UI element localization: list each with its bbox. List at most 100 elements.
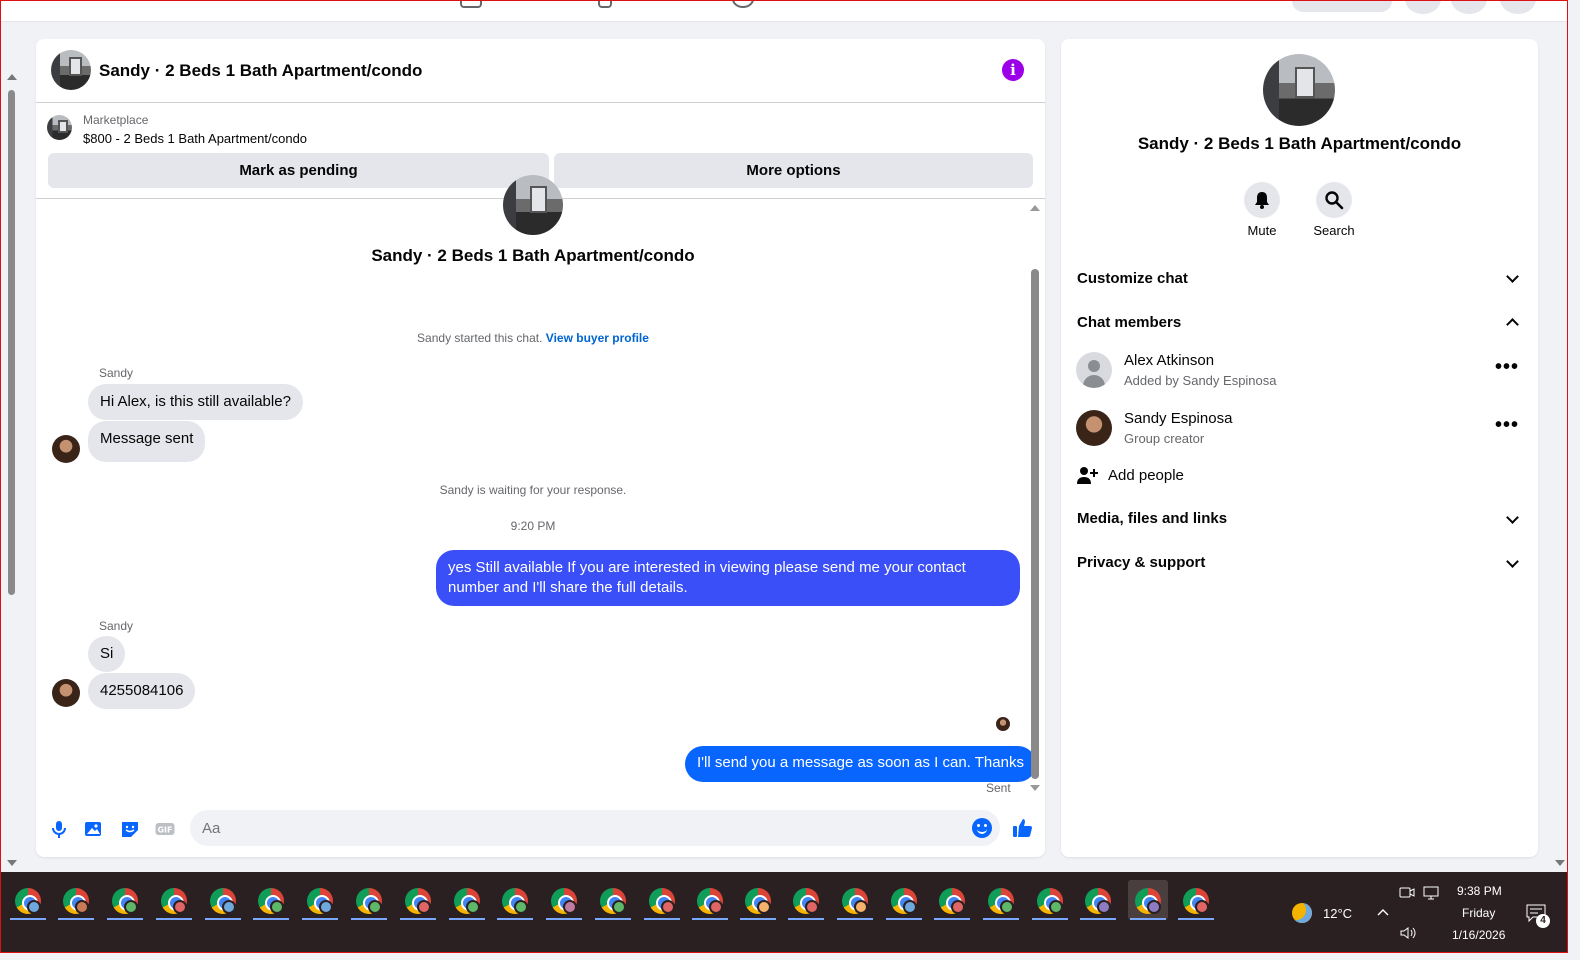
- taskbar-chrome-app[interactable]: [105, 880, 145, 920]
- member-options-icon[interactable]: •••: [1495, 415, 1519, 435]
- customize-chat-row[interactable]: Customize chat: [1077, 270, 1188, 287]
- add-person-icon[interactable]: [1076, 466, 1098, 486]
- taskbar-chrome-app[interactable]: [884, 880, 924, 920]
- scroll-down-arrow-icon[interactable]: [7, 860, 17, 866]
- chevron-down-icon[interactable]: [1506, 511, 1519, 524]
- taskbar-chrome-app[interactable]: [203, 880, 243, 920]
- taskbar-chrome-app[interactable]: [495, 880, 535, 920]
- running-indicator: [205, 918, 241, 920]
- taskbar-chrome-app[interactable]: [398, 880, 438, 920]
- member-name[interactable]: Alex Atkinson: [1124, 352, 1214, 369]
- chevron-up-icon[interactable]: [1506, 318, 1519, 331]
- marketplace-nav-icon[interactable]: [460, 0, 482, 8]
- search-button[interactable]: [1316, 182, 1352, 218]
- menu-grid-icon[interactable]: [1405, 0, 1441, 14]
- taskbar-chrome-app[interactable]: [1030, 880, 1070, 920]
- taskbar-chrome-app[interactable]: [1176, 880, 1216, 920]
- sender-avatar[interactable]: [52, 679, 80, 707]
- clock-time[interactable]: 9:38 PM: [1457, 884, 1502, 898]
- taskbar-chrome-app[interactable]: [786, 880, 826, 920]
- chat-title[interactable]: Sandy · 2 Beds 1 Bath Apartment/condo: [99, 61, 422, 81]
- member-name[interactable]: Sandy Espinosa: [1124, 410, 1232, 427]
- gaming-nav-icon[interactable]: [732, 0, 754, 8]
- add-people-button[interactable]: Add people: [1108, 467, 1184, 484]
- member-options-icon[interactable]: •••: [1495, 357, 1519, 377]
- media-files-links-row[interactable]: Media, files and links: [1077, 510, 1227, 527]
- chat-members-row[interactable]: Chat members: [1077, 314, 1181, 331]
- emoji-icon[interactable]: [972, 818, 992, 838]
- mark-as-pending-button[interactable]: Mark as pending: [48, 153, 549, 188]
- profile-badge-icon: [1000, 900, 1014, 914]
- member-avatar[interactable]: [1076, 352, 1112, 388]
- taskbar-chrome-app[interactable]: [690, 880, 730, 920]
- chevron-down-icon[interactable]: [1506, 555, 1519, 568]
- account-avatar[interactable]: [1500, 0, 1536, 14]
- photo-icon[interactable]: [84, 819, 104, 839]
- clock-date[interactable]: 1/16/2026: [1452, 928, 1505, 942]
- chat-scrollbar[interactable]: [1029, 203, 1041, 797]
- view-buyer-profile-link[interactable]: View buyer profile: [546, 331, 649, 345]
- chat-details-panel: Sandy · 2 Beds 1 Bath Apartment/condo Mu…: [1061, 39, 1538, 857]
- page-scrollbar[interactable]: [4, 70, 20, 870]
- details-avatar[interactable]: [1263, 54, 1335, 126]
- sender-avatar[interactable]: [52, 435, 80, 463]
- microphone-icon[interactable]: [49, 819, 69, 839]
- listing-thumbnail[interactable]: [47, 115, 72, 140]
- scroll-thumb[interactable]: [8, 90, 15, 595]
- mute-button[interactable]: [1244, 182, 1280, 218]
- taskbar-chrome-app[interactable]: [642, 880, 682, 920]
- info-icon[interactable]: i: [1002, 59, 1024, 81]
- incoming-message[interactable]: Si: [88, 636, 126, 672]
- create-pill-button[interactable]: [1292, 0, 1392, 12]
- taskbar-chrome-app[interactable]: [251, 880, 291, 920]
- gif-icon[interactable]: GIF: [155, 819, 175, 839]
- incoming-message[interactable]: Message sent: [88, 421, 206, 462]
- taskbar-chrome-app[interactable]: [1128, 880, 1168, 920]
- taskbar-chrome-app[interactable]: [835, 880, 875, 920]
- profile-badge-icon: [854, 900, 868, 914]
- bell-icon: [1255, 192, 1269, 209]
- right-scroll-down-arrow-icon[interactable]: [1555, 860, 1565, 866]
- member-avatar[interactable]: [1076, 410, 1112, 446]
- chat-scroll-up-icon[interactable]: [1030, 205, 1040, 211]
- taskbar-chrome-app[interactable]: [300, 880, 340, 920]
- taskbar-chrome-app[interactable]: [932, 880, 972, 920]
- more-options-button[interactable]: More options: [554, 153, 1033, 188]
- taskbar-chrome-app[interactable]: [593, 880, 633, 920]
- outgoing-message[interactable]: yes Still available If you are intereste…: [436, 550, 1020, 606]
- taskbar-chrome-app[interactable]: [544, 880, 584, 920]
- taskbar-chrome-app[interactable]: [56, 880, 96, 920]
- taskbar-chrome-app[interactable]: [447, 880, 487, 920]
- clock-day[interactable]: Friday: [1462, 906, 1495, 920]
- chevron-up-icon[interactable]: [1377, 908, 1389, 916]
- scroll-up-arrow-icon[interactable]: [7, 74, 17, 80]
- sticker-icon[interactable]: [120, 819, 140, 839]
- camera-icon[interactable]: [1399, 885, 1415, 899]
- listing-title[interactable]: $800 - 2 Beds 1 Bath Apartment/condo: [83, 131, 307, 146]
- volume-icon[interactable]: [1399, 926, 1417, 940]
- incoming-message[interactable]: Hi Alex, is this still available?: [88, 384, 303, 420]
- taskbar-chrome-app[interactable]: [981, 880, 1021, 920]
- taskbar-chrome-app[interactable]: [738, 880, 778, 920]
- taskbar-chrome-app[interactable]: [154, 880, 194, 920]
- chat-scroll-thumb[interactable]: [1031, 269, 1039, 779]
- taskbar-chrome-app[interactable]: [1078, 880, 1118, 920]
- taskbar-chrome-app[interactable]: [8, 880, 48, 920]
- messenger-nav-icon[interactable]: [1451, 0, 1487, 14]
- chevron-down-icon[interactable]: [1506, 270, 1519, 283]
- incoming-message[interactable]: 4255084106: [88, 673, 196, 709]
- temperature[interactable]: 12°C: [1323, 906, 1352, 921]
- outgoing-message[interactable]: I'll send you a message as soon as I can…: [685, 746, 1036, 782]
- listing-avatar[interactable]: [51, 50, 91, 90]
- taskbar-chrome-app[interactable]: [349, 880, 389, 920]
- running-indicator: [253, 918, 289, 920]
- chat-scroll-down-icon[interactable]: [1030, 785, 1040, 791]
- thumbs-up-icon[interactable]: [1012, 817, 1034, 839]
- network-icon[interactable]: [1423, 886, 1441, 900]
- groups-nav-icon[interactable]: [598, 0, 612, 8]
- weather-icon[interactable]: [1292, 903, 1312, 923]
- privacy-support-row[interactable]: Privacy & support: [1077, 554, 1205, 571]
- member-subtitle: Added by Sandy Espinosa: [1124, 373, 1277, 388]
- message-input[interactable]: [190, 810, 950, 846]
- running-indicator: [107, 918, 143, 920]
